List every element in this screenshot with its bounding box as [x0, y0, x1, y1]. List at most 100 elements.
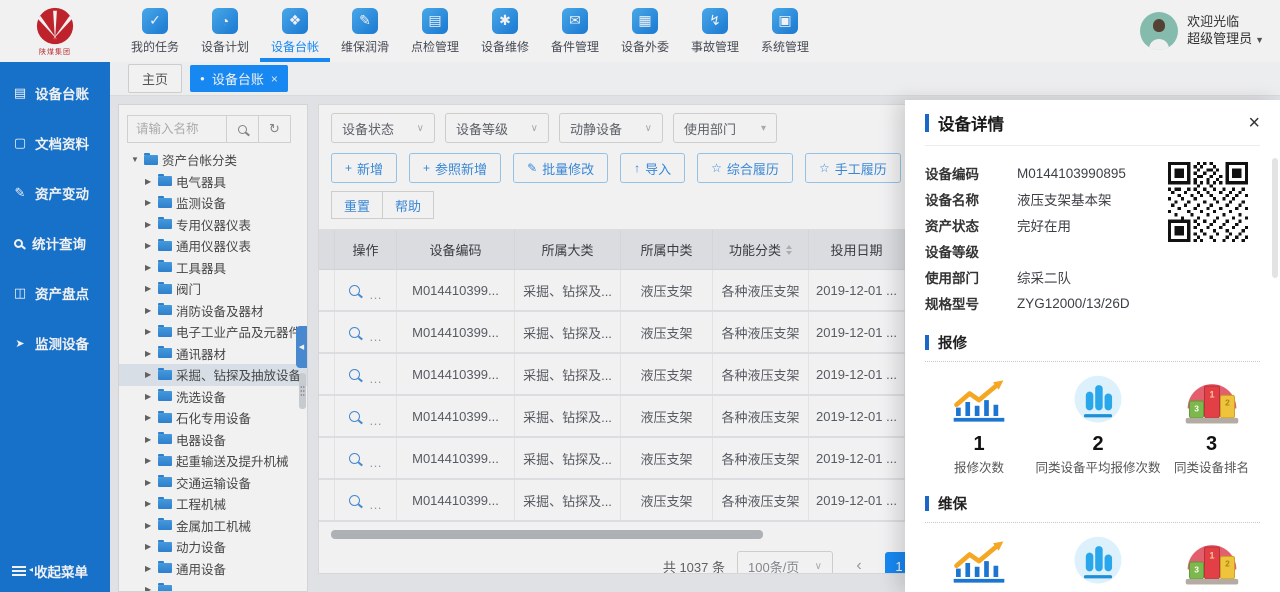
top-nav-item[interactable]: ✎ 维保润滑 — [330, 0, 400, 62]
tree-node[interactable]: ▶ 石化专用设备 — [119, 407, 307, 429]
tree-node[interactable]: ▶ 专用仪器仪表 — [119, 214, 307, 236]
caret-expanded-icon[interactable]: ▼ — [131, 155, 140, 164]
filter-dynamic-static[interactable]: 动静设备∨ — [559, 113, 663, 143]
sidebar-item[interactable]: 资产变动 ∨ — [0, 168, 110, 218]
user-menu[interactable]: 欢迎光临 超级管理员▼ — [1140, 0, 1264, 62]
top-nav-item[interactable]: ↯ 事故管理 — [680, 0, 750, 62]
sidebar-item[interactable]: 监测设备 ∨ — [0, 318, 110, 368]
tree-root-node[interactable]: ▼ 资产台帐分类 — [119, 149, 307, 171]
tree-node[interactable]: ▶ 消防设备及器材 — [119, 300, 307, 322]
caret-collapsed-icon[interactable]: ▶ — [145, 349, 154, 358]
tree-node[interactable]: ▶ 采掘、钻探及抽放设备 — [119, 364, 307, 386]
toolbar-button[interactable]: ☆ 综合履历 — [697, 153, 793, 183]
top-nav-item[interactable]: ▤ 点检管理 — [400, 0, 470, 62]
tree-node[interactable]: ▶ 工程机械 — [119, 493, 307, 515]
filter-device-level[interactable]: 设备等级∨ — [445, 113, 549, 143]
view-detail-icon[interactable] — [349, 453, 360, 464]
view-detail-icon[interactable] — [349, 495, 360, 506]
sidebar-item[interactable]: 文档资料 ∨ — [0, 118, 110, 168]
caret-collapsed-icon[interactable]: ▶ — [145, 241, 154, 250]
top-nav-item[interactable]: ▣ 系统管理 — [750, 0, 820, 62]
secondary-button[interactable]: 帮助 — [382, 191, 434, 219]
caret-collapsed-icon[interactable]: ▶ — [145, 327, 154, 336]
tree-collapse-handle[interactable]: ◀ — [296, 326, 307, 368]
tree-node[interactable]: ▶ 金属加工机械 — [119, 515, 307, 537]
page-size-select[interactable]: 100条/页 ∨ — [737, 551, 833, 574]
caret-collapsed-icon[interactable]: ▶ — [145, 478, 154, 487]
more-actions-button[interactable]: … — [369, 287, 382, 302]
filter-device-status[interactable]: 设备状态∨ — [331, 113, 435, 143]
toolbar-button[interactable]: + 新增 — [331, 153, 397, 183]
top-nav-item[interactable]: ✱ 设备维修 — [470, 0, 540, 62]
toolbar-button[interactable]: ↑ 导入 — [620, 153, 685, 183]
tree-node[interactable]: ▶ 通用设备 — [119, 558, 307, 580]
caret-collapsed-icon[interactable]: ▶ — [145, 220, 154, 229]
caret-collapsed-icon[interactable]: ▶ — [145, 585, 154, 592]
caret-collapsed-icon[interactable]: ▶ — [145, 413, 154, 422]
tab-close-icon[interactable]: × — [271, 72, 278, 86]
tab-home[interactable]: 主页 — [128, 64, 182, 93]
caret-collapsed-icon[interactable]: ▶ — [145, 284, 154, 293]
horizontal-scrollbar[interactable] — [331, 530, 763, 539]
tree-node[interactable]: ▶ 电气器具 — [119, 171, 307, 193]
top-nav-item[interactable]: ◔ 设备计划 — [190, 0, 260, 62]
secondary-button[interactable]: 重置 — [331, 191, 383, 219]
caret-collapsed-icon[interactable]: ▶ — [145, 198, 154, 207]
top-nav-item[interactable]: ▦ 设备外委 — [610, 0, 680, 62]
prev-page-button[interactable]: ‹ — [845, 552, 873, 574]
view-detail-icon[interactable] — [349, 285, 360, 296]
caret-collapsed-icon[interactable]: ▶ — [145, 392, 154, 401]
view-detail-icon[interactable] — [349, 369, 360, 380]
header-function-category[interactable]: 功能分类 — [713, 230, 809, 269]
caret-collapsed-icon[interactable]: ▶ — [145, 306, 154, 315]
caret-collapsed-icon[interactable]: ▶ — [145, 263, 154, 272]
tree-node[interactable]: ▶ 动力设备 — [119, 536, 307, 558]
close-icon[interactable]: × — [1248, 113, 1260, 133]
more-actions-button[interactable]: … — [369, 455, 382, 470]
filter-using-department[interactable]: 使用部门▾ — [673, 113, 777, 143]
tree-node[interactable]: ▶ 阀门 — [119, 278, 307, 300]
more-actions-button[interactable]: … — [369, 329, 382, 344]
tree-node[interactable]: ▶ 通用仪器仪表 — [119, 235, 307, 257]
toolbar-button[interactable]: ☆ 手工履历 — [805, 153, 901, 183]
sidebar-item[interactable]: 资产盘点 ∨ — [0, 268, 110, 318]
caret-collapsed-icon[interactable]: ▶ — [145, 564, 154, 573]
tree-node[interactable]: ▶ 工具器具 — [119, 257, 307, 279]
caret-collapsed-icon[interactable]: ▶ — [145, 521, 154, 530]
toolbar-button[interactable]: ✎ 批量修改 — [513, 153, 608, 183]
top-nav-item[interactable]: ❖ 设备台帐 — [260, 0, 330, 62]
tree-node[interactable]: ▶ 起重输送及提升机械 — [119, 450, 307, 472]
caret-collapsed-icon[interactable]: ▶ — [145, 370, 154, 379]
caret-collapsed-icon[interactable]: ▶ — [145, 542, 154, 551]
tree-search-button[interactable] — [226, 115, 259, 143]
more-actions-button[interactable]: … — [369, 497, 382, 512]
top-nav-item[interactable]: ✓ 我的任务 — [120, 0, 190, 62]
more-actions-button[interactable]: … — [369, 413, 382, 428]
drawer-scrollbar[interactable] — [1272, 158, 1278, 278]
tree-node[interactable]: ▶ 洗选设备 — [119, 386, 307, 408]
sidebar-item[interactable]: 统计查询 ∨ — [0, 218, 110, 268]
tab-equipment-ledger[interactable]: ● 设备台账 × — [190, 65, 288, 92]
view-detail-icon[interactable] — [349, 327, 360, 338]
tree-scrollbar[interactable] — [299, 373, 306, 409]
sort-icon[interactable] — [786, 245, 792, 255]
tree-node[interactable]: ▶ 电器设备 — [119, 429, 307, 451]
sidebar-item[interactable]: 设备台账 ∨ — [0, 68, 110, 118]
toolbar-button[interactable]: + 参照新增 — [409, 153, 501, 183]
caret-collapsed-icon[interactable]: ▶ — [145, 435, 154, 444]
collapse-menu-button[interactable]: 收起菜单 — [0, 550, 110, 592]
top-nav-item[interactable]: ✉ 备件管理 — [540, 0, 610, 62]
view-detail-icon[interactable] — [349, 411, 360, 422]
tree-node[interactable]: ▶ 电子工业产品及元器件 — [119, 321, 307, 343]
tree-node[interactable]: ▶ 交通运输设备 — [119, 472, 307, 494]
tree-node[interactable]: ▶ — [119, 579, 307, 592]
tree-refresh-button[interactable]: ↻ — [258, 115, 291, 143]
tree-node[interactable]: ▶ 监测设备 — [119, 192, 307, 214]
more-actions-button[interactable]: … — [369, 371, 382, 386]
caret-collapsed-icon[interactable]: ▶ — [145, 456, 154, 465]
caret-collapsed-icon[interactable]: ▶ — [145, 499, 154, 508]
tree-node[interactable]: ▶ 通讯器材 — [119, 343, 307, 365]
tree-search-input[interactable] — [127, 115, 227, 143]
caret-collapsed-icon[interactable]: ▶ — [145, 177, 154, 186]
toolbar-button-label: 手工履历 — [835, 159, 887, 178]
